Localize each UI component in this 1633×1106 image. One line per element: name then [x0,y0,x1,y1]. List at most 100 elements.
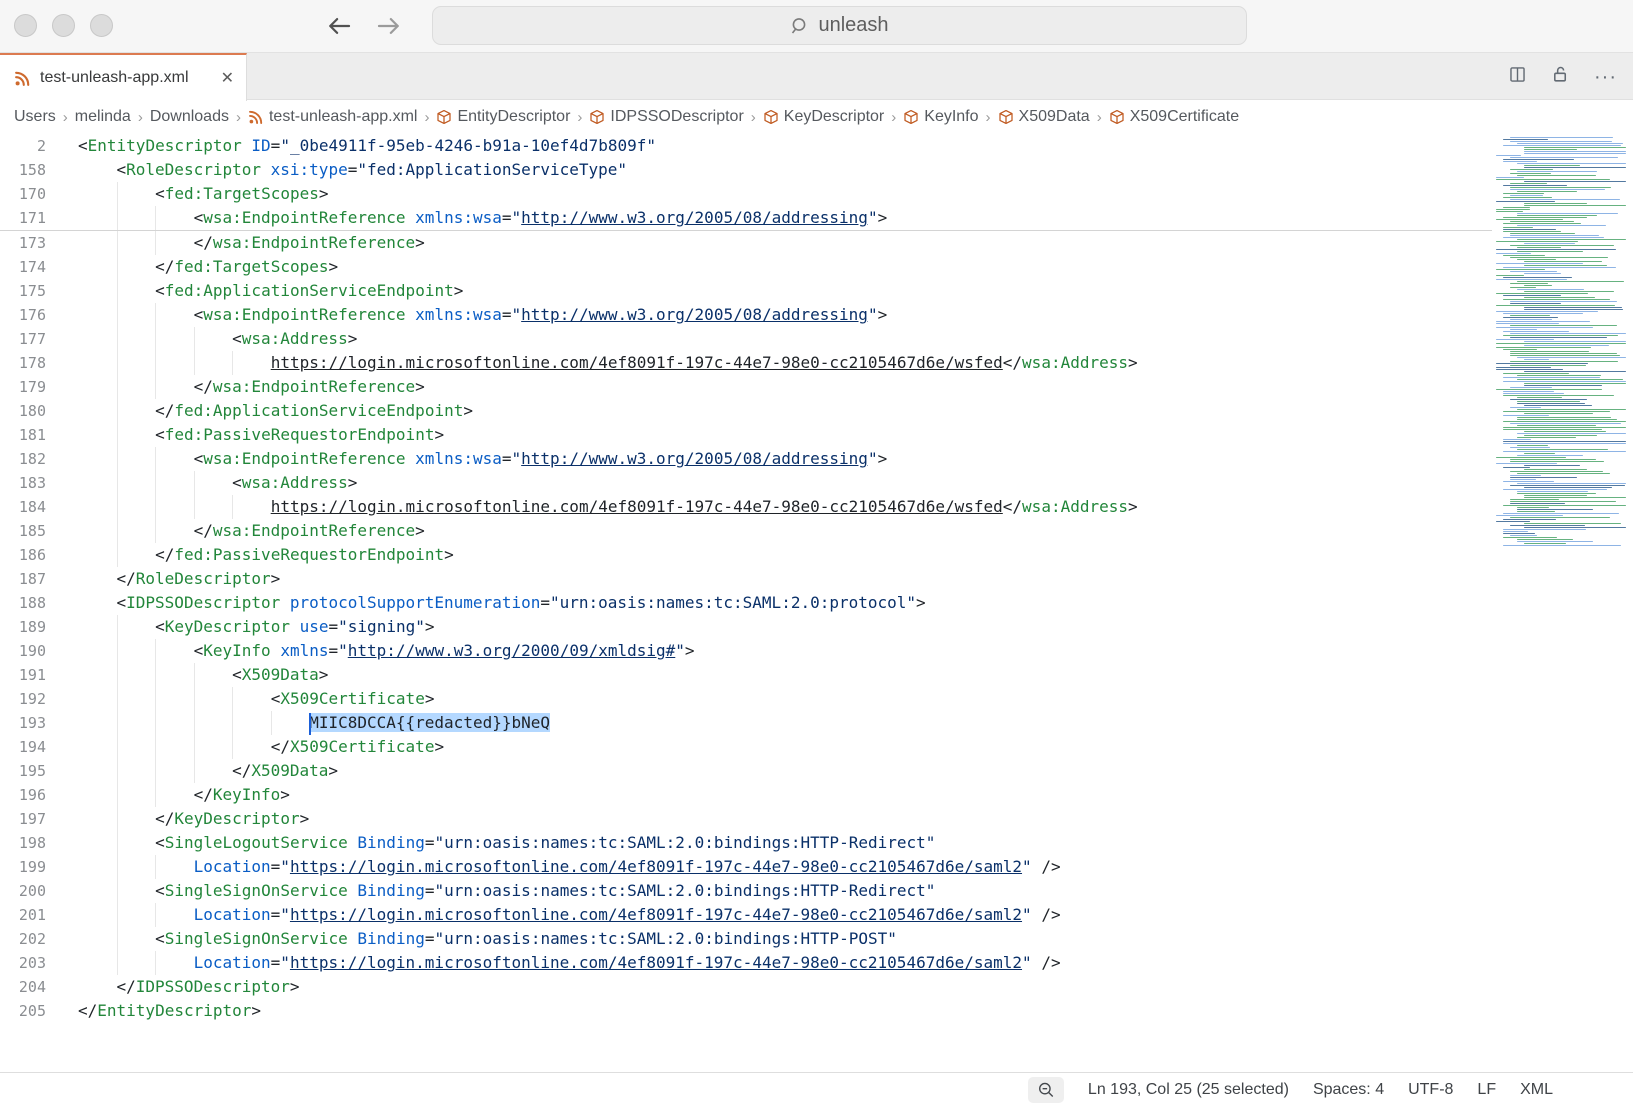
breadcrumb-item-keydescriptor[interactable]: KeyDescriptor [763,108,884,126]
line-content[interactable]: <fed:ApplicationServiceEndpoint> [78,279,1492,303]
status-language[interactable]: XML [1520,1081,1553,1099]
line-number[interactable]: 158 [0,161,46,179]
line-content[interactable]: <wsa:EndpointReference xmlns:wsa="http:/… [78,206,1492,230]
line-number[interactable]: 2 [0,137,46,155]
line-number[interactable]: 201 [0,906,46,924]
line-content[interactable]: MIIC8DCCA{{redacted}}bNeQ [78,711,1492,735]
zoom-out-button[interactable] [1028,1077,1064,1103]
code-line[interactable]: 202<SingleSignOnService Binding="urn:oas… [0,927,1492,951]
line-number[interactable]: 194 [0,738,46,756]
code-line[interactable]: 190 <KeyInfo xmlns="http://www.w3.org/200… [0,639,1492,663]
code-line[interactable]: 201 Location="https://login.microsoftonli… [0,903,1492,927]
status-indentation[interactable]: Spaces: 4 [1313,1081,1384,1099]
code-line[interactable]: 188<IDPSSODescriptor protocolSupportEnum… [0,591,1492,615]
line-content[interactable]: </RoleDescriptor> [78,567,1492,591]
code-line[interactable]: 187</RoleDescriptor> [0,567,1492,591]
code-line[interactable]: 2 <EntityDescriptor ID="_0be4911f-95eb-42… [0,134,1492,158]
line-number[interactable]: 193 [0,714,46,732]
code-line[interactable]: 170<fed:TargetScopes> [0,182,1492,206]
code-line[interactable]: 182 <wsa:EndpointReference xmlns:wsa="htt… [0,447,1492,471]
line-content[interactable]: </wsa:EndpointReference> [78,231,1492,255]
code-line[interactable]: 189<KeyDescriptor use="signing"> [0,615,1492,639]
code-line[interactable]: 176 <wsa:EndpointReference xmlns:wsa="htt… [0,303,1492,327]
line-content[interactable]: <X509Certificate> [78,687,1492,711]
line-content[interactable]: </X509Data> [78,759,1492,783]
back-button[interactable] [324,11,354,41]
code-line[interactable]: 158<RoleDescriptor xsi:type="fed:Applica… [0,158,1492,182]
line-content[interactable]: <X509Data> [78,663,1492,687]
code-line[interactable]: 200 <SingleSignOnService Binding="urn:oas… [0,879,1492,903]
line-number[interactable]: 202 [0,930,46,948]
close-window-button[interactable] [14,14,37,37]
line-content[interactable]: </EntityDescriptor> [78,999,1492,1023]
code-line[interactable]: 193 MIIC8DCCA{{redacted}}bNeQ [0,711,1492,735]
code-line[interactable]: 192 <X509Certificate> [0,687,1492,711]
line-content[interactable]: </fed:PassiveRequestorEndpoint> [78,543,1492,567]
line-content[interactable]: <SingleSignOnService Binding="urn:oasis:… [78,879,1492,903]
line-number[interactable]: 176 [0,306,46,324]
line-content[interactable]: </wsa:EndpointReference> [78,519,1492,543]
line-content[interactable]: <EntityDescriptor ID="_0be4911f-95eb-424… [78,134,1492,158]
line-content[interactable]: https://login.microsoftonline.com/4ef809… [78,351,1492,375]
line-content[interactable]: <wsa:EndpointReference xmlns:wsa="http:/… [78,303,1492,327]
line-number[interactable]: 171 [0,209,46,227]
line-content[interactable]: <wsa:Address> [78,471,1492,495]
code-line[interactable]: 179</wsa:EndpointReference> [0,375,1492,399]
lock-button[interactable] [1551,65,1570,89]
line-number[interactable]: 190 [0,642,46,660]
line-number[interactable]: 181 [0,426,46,444]
line-number[interactable]: 184 [0,498,46,516]
code-line[interactable]: 184 https://login.microsoftonline.com/4ef… [0,495,1492,519]
line-number[interactable]: 195 [0,762,46,780]
split-editor-button[interactable] [1508,65,1527,89]
line-content[interactable]: <SingleLogoutService Binding="urn:oasis:… [78,831,1492,855]
line-content[interactable]: Location="https://login.microsoftonline.… [78,855,1492,879]
line-content[interactable]: </KeyDescriptor> [78,807,1492,831]
line-number[interactable]: 178 [0,354,46,372]
sticky-scroll[interactable]: 2 <EntityDescriptor ID="_0be4911f-95eb-42… [0,134,1492,231]
line-content[interactable]: Location="https://login.microsoftonline.… [78,951,1492,975]
line-number[interactable]: 183 [0,474,46,492]
code-area[interactable]: 2 <EntityDescriptor ID="_0be4911f-95eb-42… [0,134,1492,1023]
line-content[interactable]: </fed:TargetScopes> [78,255,1492,279]
code-line[interactable]: 173</wsa:EndpointReference> [0,231,1492,255]
code-line[interactable]: 198<SingleLogoutService Binding="urn:oas… [0,831,1492,855]
breadcrumb-item-idpssodescriptor[interactable]: IDPSSODescriptor [589,108,743,126]
line-number[interactable]: 175 [0,282,46,300]
line-content[interactable]: <fed:TargetScopes> [78,182,1492,206]
search-bar[interactable]: unleash [432,6,1247,45]
forward-button[interactable] [374,11,404,41]
breadcrumb-item-melinda[interactable]: melinda [75,108,131,126]
code-lines[interactable]: 173</wsa:EndpointReference> 174 </fed:Targ… [0,231,1492,1023]
code-line[interactable]: 177<wsa:Address> [0,327,1492,351]
line-number[interactable]: 192 [0,690,46,708]
breadcrumb-item-entitydescriptor[interactable]: EntityDescriptor [436,108,570,126]
line-content[interactable]: </IDPSSODescriptor> [78,975,1492,999]
line-content[interactable]: <KeyDescriptor use="signing"> [78,615,1492,639]
line-number[interactable]: 200 [0,882,46,900]
code-line[interactable]: 191<X509Data> [0,663,1492,687]
line-number[interactable]: 196 [0,786,46,804]
line-number[interactable]: 188 [0,594,46,612]
line-number[interactable]: 179 [0,378,46,396]
line-content[interactable]: https://login.microsoftonline.com/4ef809… [78,495,1492,519]
line-number[interactable]: 174 [0,258,46,276]
line-content[interactable]: <wsa:Address> [78,327,1492,351]
breadcrumb-item-keyinfo[interactable]: KeyInfo [903,108,978,126]
code-line[interactable]: 197</KeyDescriptor> [0,807,1492,831]
line-content[interactable]: <wsa:EndpointReference xmlns:wsa="http:/… [78,447,1492,471]
minimap[interactable] [1492,134,1633,1072]
tab-test-unleash-app-xml[interactable]: test-unleash-app.xml ✕ [0,53,247,101]
line-number[interactable]: 199 [0,858,46,876]
line-number[interactable]: 182 [0,450,46,468]
more-actions-button[interactable]: ··· [1594,67,1617,87]
breadcrumb-item-x509data[interactable]: X509Data [998,108,1090,126]
line-content[interactable]: </fed:ApplicationServiceEndpoint> [78,399,1492,423]
code-line[interactable]: 178 https://login.microsoftonline.com/4ef… [0,351,1492,375]
code-line[interactable]: 186</fed:PassiveRequestorEndpoint> [0,543,1492,567]
line-content[interactable]: Location="https://login.microsoftonline.… [78,903,1492,927]
line-content[interactable]: <KeyInfo xmlns="http://www.w3.org/2000/0… [78,639,1492,663]
status-eol[interactable]: LF [1477,1081,1496,1099]
code-line[interactable]: 205</EntityDescriptor> [0,999,1492,1023]
code-line[interactable]: 183 <wsa:Address> [0,471,1492,495]
